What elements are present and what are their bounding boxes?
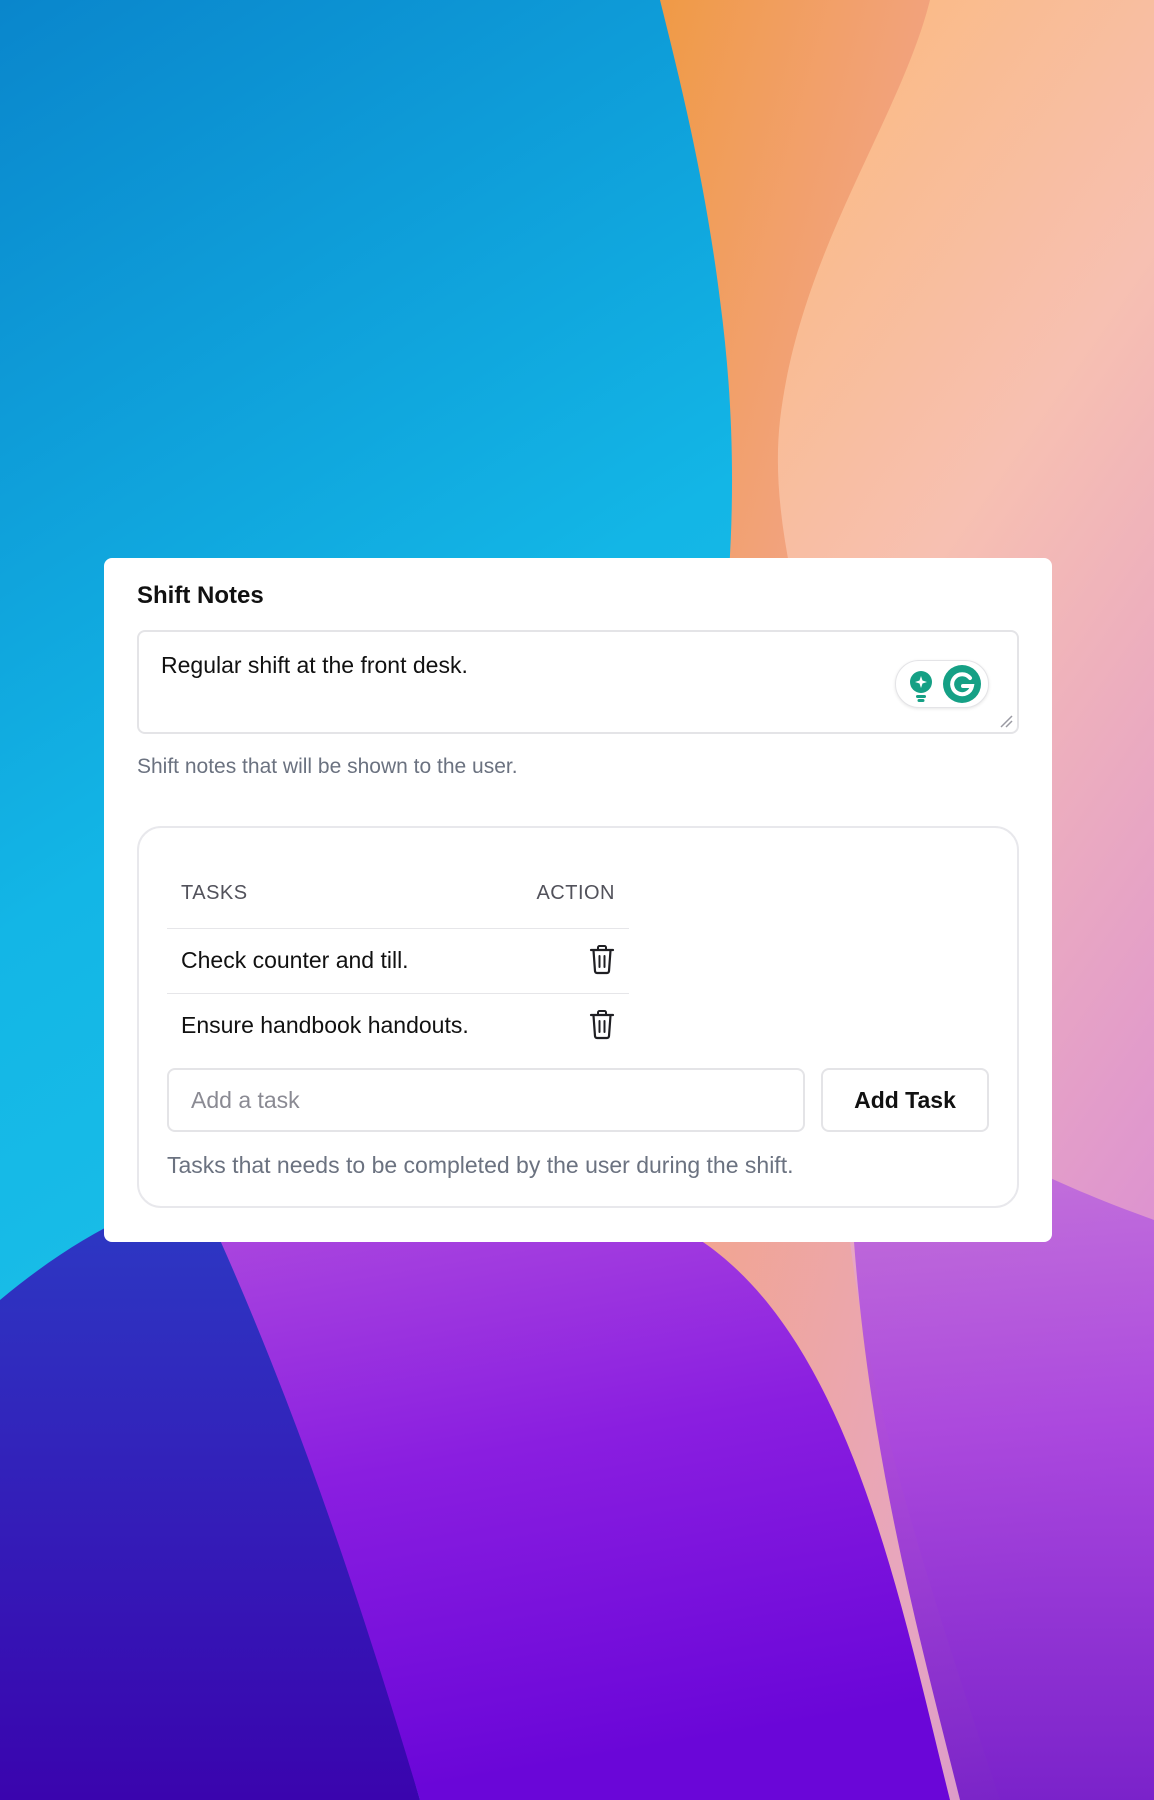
shift-notes-title: Shift Notes — [137, 582, 264, 609]
lightbulb-icon[interactable] — [906, 669, 936, 703]
add-task-input[interactable] — [167, 1068, 805, 1132]
resize-grip-icon[interactable] — [999, 714, 1013, 728]
grammarly-icon[interactable] — [942, 664, 982, 704]
tasks-table-header: TASKS ACTION — [167, 864, 629, 929]
tasks-table: TASKS ACTION Check counter and till. Ens… — [167, 864, 629, 1058]
shift-notes-textarea[interactable]: Regular shift at the front desk. — [137, 630, 1019, 734]
task-row: Ensure handbook handouts. — [167, 994, 629, 1058]
task-row: Check counter and till. — [167, 929, 629, 994]
tasks-column-header: TASKS — [181, 882, 248, 904]
trash-icon[interactable] — [589, 945, 615, 975]
action-column-header: ACTION — [536, 882, 615, 904]
task-label: Check counter and till. — [181, 947, 409, 973]
tasks-panel: TASKS ACTION Check counter and till. Ens… — [137, 826, 1019, 1208]
shift-notes-hint: Shift notes that will be shown to the us… — [137, 755, 518, 778]
add-task-button[interactable]: Add Task — [821, 1068, 989, 1132]
task-label: Ensure handbook handouts. — [181, 1012, 469, 1038]
grammarly-widget[interactable] — [895, 660, 989, 708]
shift-notes-card: Shift Notes Regular shift at the front d… — [104, 558, 1052, 1242]
tasks-hint: Tasks that needs to be completed by the … — [167, 1152, 794, 1178]
trash-icon[interactable] — [589, 1010, 615, 1040]
shift-notes-text: Regular shift at the front desk. — [161, 652, 468, 678]
